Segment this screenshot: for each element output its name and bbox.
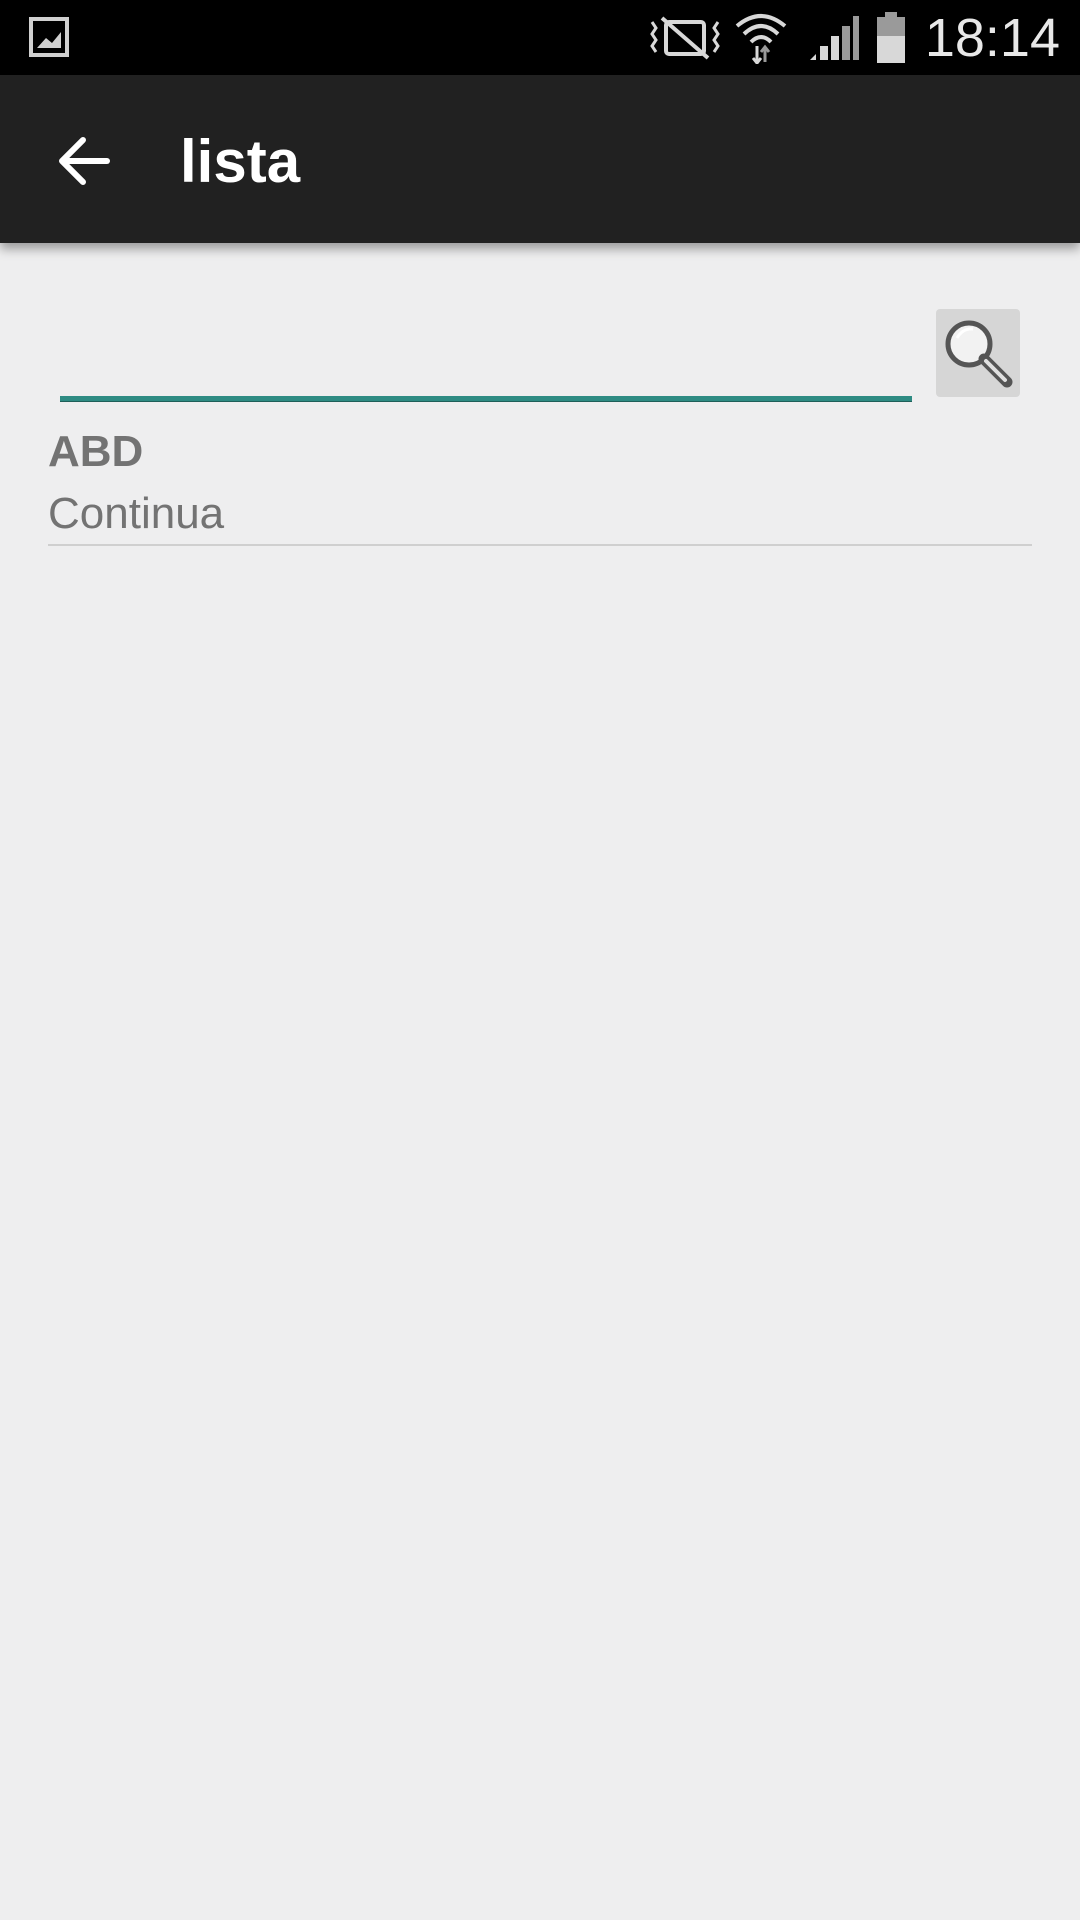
status-time: 18:14 — [924, 8, 1060, 68]
search-row — [60, 300, 912, 404]
battery-icon — [877, 12, 905, 63]
wifi-icon — [735, 14, 787, 64]
search-input-underline — [60, 396, 912, 402]
gallery-icon — [29, 17, 69, 57]
search-button[interactable] — [936, 309, 1020, 397]
list-divider — [48, 544, 1032, 546]
status-bar: 18:14 — [0, 0, 1080, 75]
list-item-title: ABD — [48, 427, 144, 476]
arrow-back-icon — [59, 137, 110, 185]
search-input[interactable] — [60, 300, 912, 394]
page-title: lista — [180, 128, 301, 195]
list-item-subtitle: Continua — [48, 489, 225, 538]
back-button[interactable] — [38, 115, 130, 207]
app-bar: lista — [0, 75, 1080, 243]
vibrate-icon — [650, 16, 720, 60]
search-icon — [945, 320, 1013, 388]
signal-icon — [810, 16, 859, 60]
list-item[interactable]: ABD Continua — [48, 416, 1032, 546]
